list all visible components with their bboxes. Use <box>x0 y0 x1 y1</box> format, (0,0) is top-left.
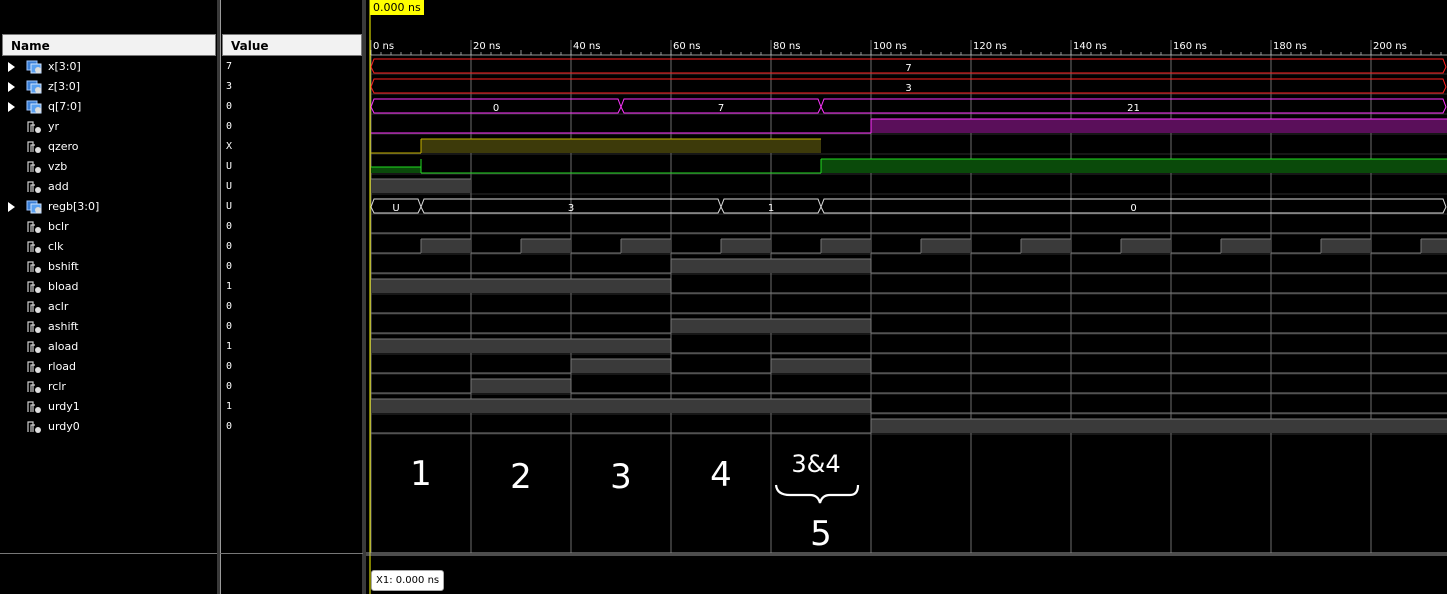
high-level-fill <box>471 379 571 393</box>
handwritten-phase-label: 4 <box>710 455 732 495</box>
clock-high <box>921 239 971 253</box>
waveform-regb[interactable]: U 3 1 0 <box>370 198 1447 214</box>
time-tick-label: 180 ns <box>1273 41 1307 52</box>
handwritten-phase-label: 1 <box>410 454 432 494</box>
waveform-rload[interactable] <box>371 358 1447 374</box>
handwritten-phase-label: 5 <box>810 514 832 554</box>
time-tick-label: 20 ns <box>473 41 500 52</box>
waveform-rclr[interactable] <box>371 378 1447 394</box>
handwritten-phase-label: 3 <box>610 457 632 497</box>
time-tick-label: 200 ns <box>1373 41 1407 52</box>
clock-high <box>421 239 471 253</box>
bus-value-label: 3 <box>905 83 911 94</box>
clock-high <box>821 239 871 253</box>
time-tick-label: 140 ns <box>1073 41 1107 52</box>
high-level-fill <box>371 399 871 413</box>
waveform-aload[interactable] <box>371 338 1447 354</box>
bus-value-label: 1 <box>768 203 774 214</box>
time-tick-label: 0 ns <box>373 41 394 52</box>
handwritten-brace <box>774 484 860 504</box>
bus-value-label: 21 <box>1127 103 1140 114</box>
high-level-fill <box>571 359 671 373</box>
waveform-urdy1[interactable] <box>371 398 1447 414</box>
waveform-yr[interactable] <box>371 118 1447 134</box>
handwritten-phase-label: 2 <box>510 457 532 497</box>
bus-value-label: 0 <box>493 103 499 114</box>
waveform-add[interactable] <box>371 178 471 193</box>
mid-level-fill <box>371 167 421 173</box>
handwritten-phase-label: 3&4 <box>791 450 840 478</box>
waveform-urdy0[interactable] <box>371 418 1447 434</box>
cursor-time-flag[interactable]: 0.000 ns <box>370 0 424 15</box>
waveform-ashift[interactable] <box>371 318 1447 334</box>
waveform-x[interactable]: 7 <box>370 58 1447 74</box>
high-level-fill <box>421 139 821 153</box>
high-level-fill <box>371 339 671 353</box>
bus-value-label: 0 <box>1130 203 1136 214</box>
time-tick-label: 80 ns <box>773 41 800 52</box>
high-level-fill <box>771 359 871 373</box>
clock-high <box>721 239 771 253</box>
high-level-fill <box>671 259 871 273</box>
clock-high <box>521 239 571 253</box>
clock-high <box>1221 239 1271 253</box>
clock-high <box>621 239 671 253</box>
high-level-fill <box>671 319 871 333</box>
time-tick-label: 120 ns <box>973 41 1007 52</box>
high-level-fill <box>871 119 1447 133</box>
time-tick-label: 60 ns <box>673 41 700 52</box>
waveform-clk[interactable] <box>371 238 1447 254</box>
high-level-fill <box>371 279 671 293</box>
bus-value-label: 7 <box>905 63 911 74</box>
time-tick-label: 100 ns <box>873 41 907 52</box>
waveform-q[interactable]: 0 7 21 <box>370 98 1447 114</box>
waveform-z[interactable]: 3 <box>370 78 1447 94</box>
time-tick-label: 160 ns <box>1173 41 1207 52</box>
bus-value-label: 7 <box>718 103 724 114</box>
clock-high <box>1421 239 1447 253</box>
waveform-qzero[interactable] <box>371 138 821 154</box>
waveform-bload[interactable] <box>371 278 1447 294</box>
high-level-fill <box>821 159 1447 173</box>
bus-value-label: U <box>392 203 399 214</box>
clock-high <box>1021 239 1071 253</box>
time-tick-label: 40 ns <box>573 41 600 52</box>
clock-high <box>1321 239 1371 253</box>
cursor-x1-readout: X1: 0.000 ns <box>371 570 445 591</box>
bus-value-label: 3 <box>568 203 574 214</box>
waveform-canvas[interactable]: 0 ns 20 ns 40 ns 60 ns 80 ns 100 ns 120 ns 140 … <box>0 0 1447 594</box>
waveform-vzb[interactable] <box>371 158 1447 174</box>
high-level-fill <box>371 179 471 193</box>
clock-high <box>1121 239 1171 253</box>
high-level-fill <box>871 419 1447 433</box>
waveform-bshift[interactable] <box>371 258 1447 274</box>
